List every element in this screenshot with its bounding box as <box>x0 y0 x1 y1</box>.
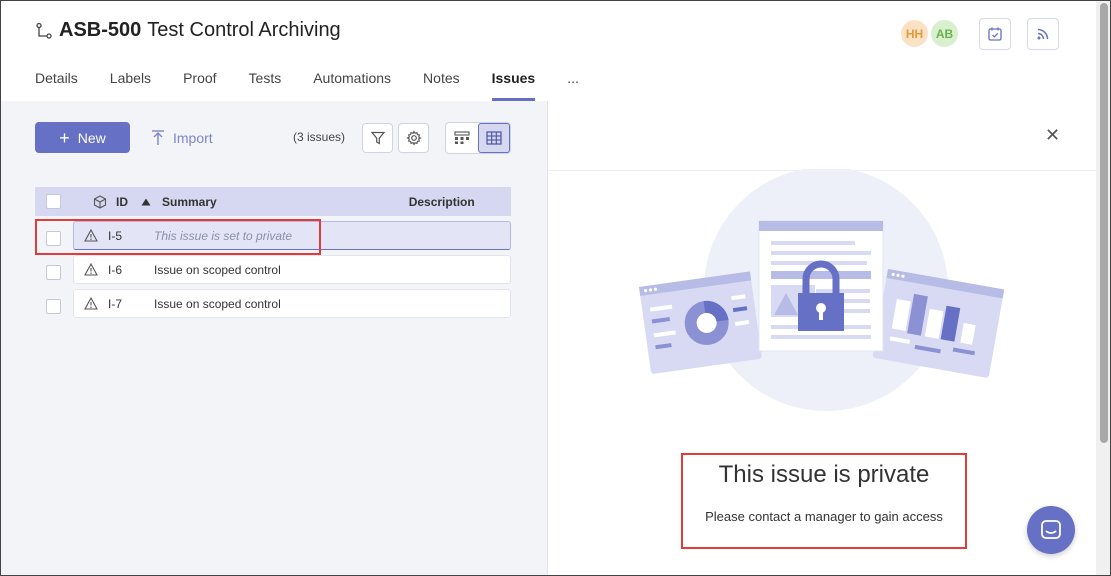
table-row-content[interactable]: I-6 Issue on scoped control <box>73 255 511 284</box>
scrollbar-thumb[interactable] <box>1100 3 1108 443</box>
table-row[interactable]: I-7 Issue on scoped control <box>35 289 511 323</box>
tab-issues[interactable]: Issues <box>491 70 535 101</box>
assignee-avatars: HH AB <box>899 18 960 49</box>
column-header-id[interactable]: ID <box>116 195 128 209</box>
board-icon <box>454 131 470 144</box>
rss-icon <box>1037 28 1049 40</box>
table-header: ID Summary Description <box>35 187 511 216</box>
issue-count: (3 issues) <box>293 130 346 144</box>
filter-button[interactable] <box>362 123 393 153</box>
issue-title: Test Control Archiving <box>147 19 341 41</box>
row-checkbox[interactable] <box>46 299 61 314</box>
tab-tests[interactable]: Tests <box>249 70 282 101</box>
table-row-content[interactable]: I-7 Issue on scoped control <box>73 289 511 318</box>
page-title: ASB-500 Test Control Archiving <box>35 19 341 42</box>
upload-icon <box>152 129 164 145</box>
tab-automations[interactable]: Automations <box>313 70 391 101</box>
issue-detail-panel: ✕ This issue is private Please contact a… <box>547 101 1097 575</box>
table-icon <box>486 131 502 145</box>
calendar-check-icon <box>988 27 1002 41</box>
avatar[interactable]: HH <box>899 18 930 49</box>
close-icon[interactable]: ✕ <box>1045 126 1060 144</box>
table-row[interactable]: I-6 Issue on scoped control <box>35 255 511 289</box>
import-button[interactable]: Import <box>151 122 213 153</box>
issue-summary: Issue on scoped control <box>154 262 281 277</box>
issue-key: ASB-500 <box>59 19 142 41</box>
sort-ascending-icon[interactable] <box>141 198 151 206</box>
issue-tabs: Details Labels Proof Tests Automations N… <box>35 70 579 101</box>
settings-button[interactable] <box>398 123 429 153</box>
chat-launcher-button[interactable] <box>1027 506 1075 554</box>
view-toggle <box>445 122 511 154</box>
table-view-button[interactable] <box>478 123 510 153</box>
issue-summary: Issue on scoped control <box>154 296 281 311</box>
plus-icon: + <box>59 127 70 148</box>
issue-id: I-7 <box>108 296 123 311</box>
cube-icon <box>93 194 107 209</box>
page-scrollbar[interactable] <box>1096 1 1110 575</box>
tab-notes[interactable]: Notes <box>423 70 460 101</box>
select-all-checkbox[interactable] <box>46 194 61 209</box>
tabs-more-button[interactable]: ... <box>567 70 579 101</box>
issue-header: ASB-500 Test Control Archiving HH AB Det… <box>1 1 1096 101</box>
issue-id: I-6 <box>108 262 123 277</box>
warning-icon <box>76 297 106 310</box>
highlight-box <box>681 453 967 549</box>
feed-button[interactable] <box>1027 18 1059 50</box>
hierarchy-icon <box>36 22 52 39</box>
warning-icon <box>76 263 106 276</box>
highlight-box <box>35 219 321 255</box>
issues-list-panel: + New Import (3 issues) ID Summary Descr… <box>1 101 547 575</box>
tab-labels[interactable]: Labels <box>110 70 151 101</box>
board-view-button[interactable] <box>446 123 478 153</box>
tab-proof[interactable]: Proof <box>183 70 216 101</box>
chat-icon <box>1041 520 1061 539</box>
issues-table: ID Summary Description I-5 This issue is… <box>35 187 511 323</box>
app-window: ASB-500 Test Control Archiving HH AB Det… <box>0 0 1111 576</box>
row-checkbox[interactable] <box>46 265 61 280</box>
private-lock-illustration <box>639 169 1005 411</box>
detail-panel-topbar: ✕ <box>548 101 1097 171</box>
tab-details[interactable]: Details <box>35 70 78 101</box>
column-header-description[interactable]: Description <box>409 195 475 209</box>
new-issue-button[interactable]: + New <box>35 122 130 153</box>
calendar-button[interactable] <box>979 18 1011 50</box>
avatar[interactable]: AB <box>929 18 960 49</box>
gear-icon <box>405 130 422 146</box>
new-issue-label: New <box>77 129 106 146</box>
import-label: Import <box>173 129 213 146</box>
column-header-summary[interactable]: Summary <box>162 195 217 209</box>
filter-icon <box>370 131 385 145</box>
